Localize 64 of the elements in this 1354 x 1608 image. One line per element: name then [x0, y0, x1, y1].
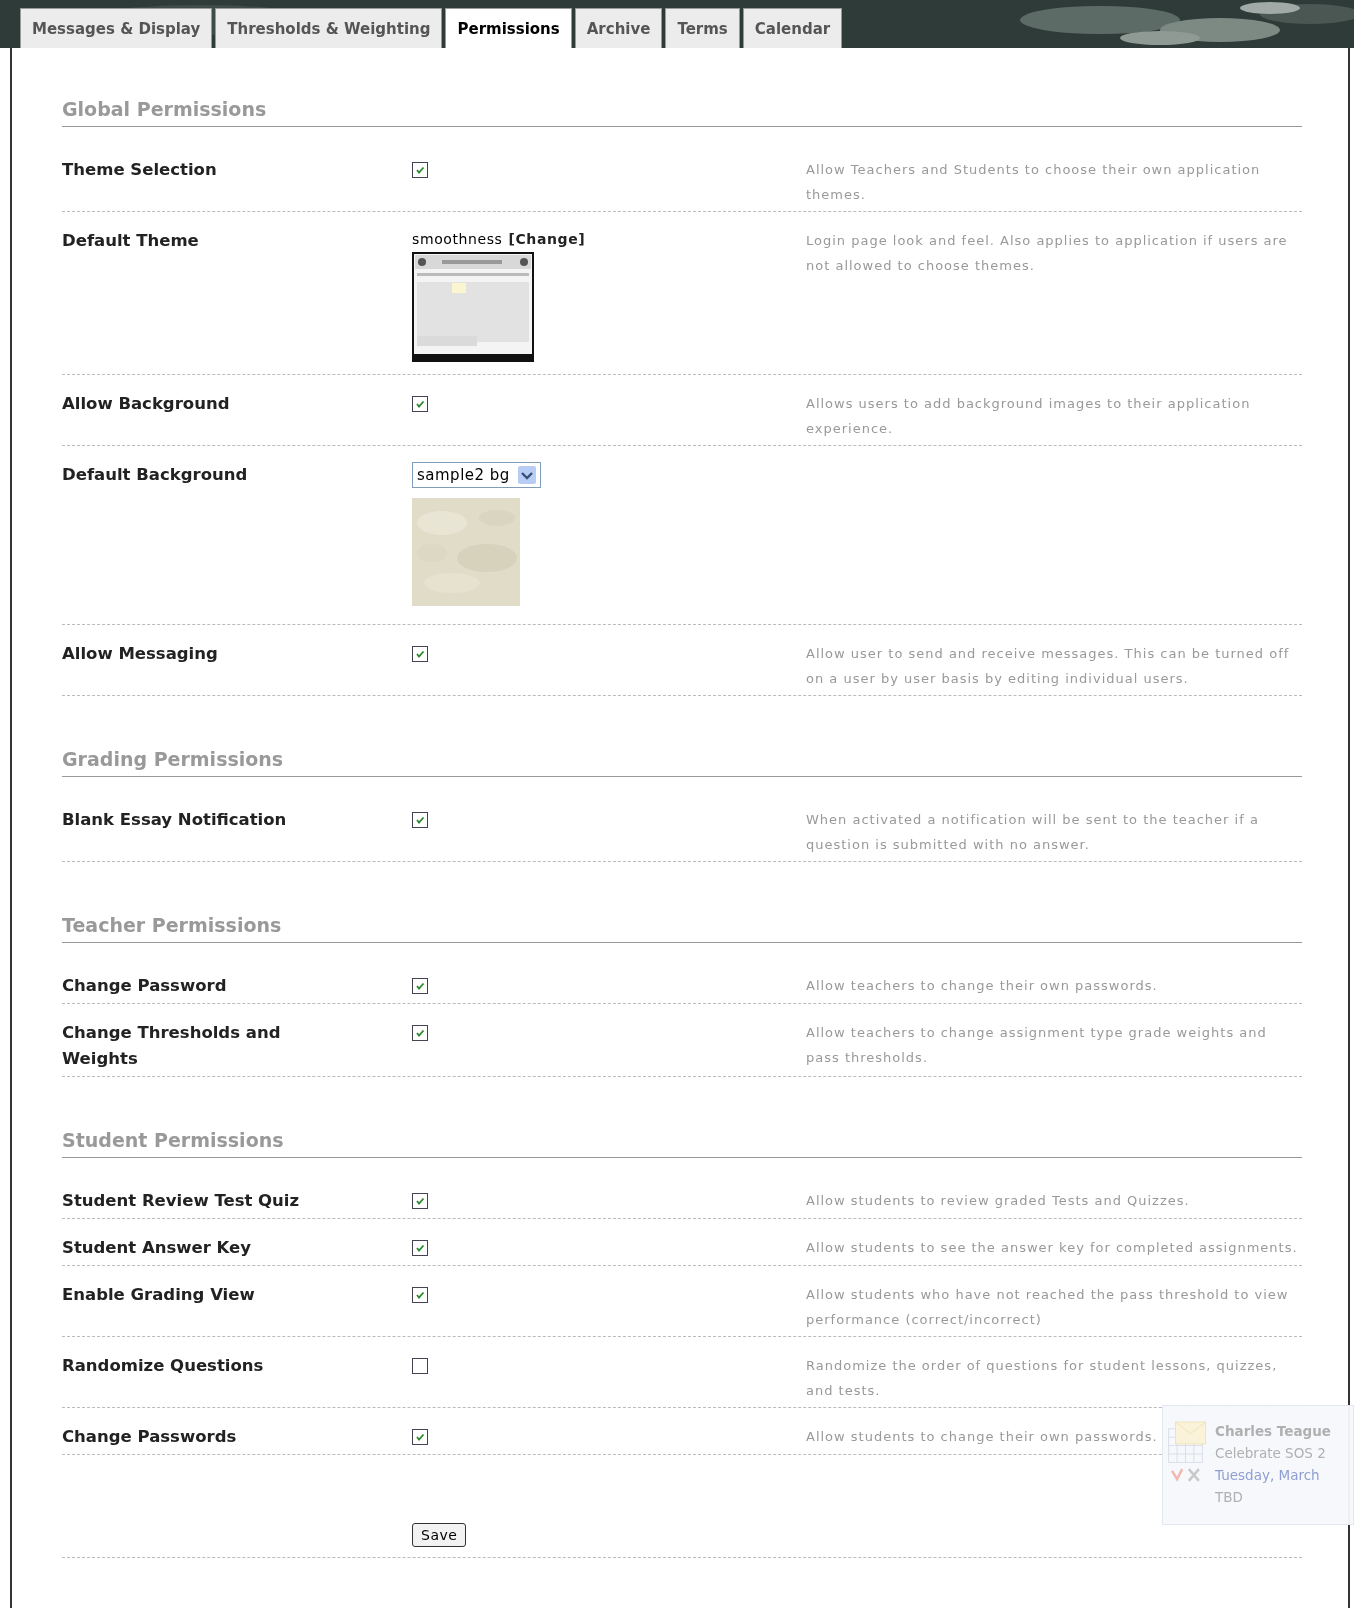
checkbox[interactable]: [412, 396, 428, 412]
checkbox[interactable]: [412, 1025, 428, 1041]
checkmark-icon: [415, 1290, 425, 1300]
save-button[interactable]: Save: [412, 1523, 467, 1547]
setting-description: Allow teachers to change assignment type grade weights and pass thresholds.: [806, 1025, 1267, 1065]
setting-label: Theme Selection: [62, 159, 218, 181]
section-heading: Grading Permissions: [62, 748, 1302, 777]
setting-description: Randomize the order of questions for student lessons, quizzes, and tests.: [806, 1358, 1278, 1398]
checkmark-icon: [415, 981, 425, 991]
setting-label: Default Background: [62, 464, 249, 486]
checkbox[interactable]: [412, 646, 428, 662]
setting-description: Allow Teachers and Students to choose their own application themes.: [806, 162, 1261, 202]
setting-description: Allow user to send and receive messages. This can be turned off on a user by user basis by editing individual users.: [806, 646, 1290, 686]
checkmark-icon: [415, 1028, 425, 1038]
checkbox[interactable]: [412, 1193, 428, 1209]
setting-description: Allows users to add background images to their application experience.: [806, 396, 1251, 436]
setting-description: Allow students to see the answer key for completed assignments.: [806, 1240, 1298, 1255]
setting-description: When activated a notification will be sent to the teacher if a question is submitted with no answer.: [806, 812, 1259, 852]
tab[interactable]: Terms: [665, 8, 740, 48]
checkbox[interactable]: [412, 1358, 428, 1374]
checkbox[interactable]: [412, 812, 428, 828]
setting-label: Default Theme: [62, 230, 200, 252]
tab[interactable]: Calendar: [742, 8, 843, 48]
setting-label: Allow Background: [62, 393, 231, 415]
setting-label: Blank Essay Notification: [62, 809, 288, 831]
setting-label: Randomize Questions: [62, 1355, 265, 1377]
checkmark-icon: [415, 815, 425, 825]
setting-label: Enable Grading View: [62, 1284, 256, 1306]
background-dropdown[interactable]: sample2 bg: [412, 462, 541, 488]
theme-name: smoothness: [412, 230, 503, 249]
reminder-subject: Celebrate SOS 2: [1215, 1444, 1327, 1463]
setting-description: Login page look and feel. Also applies to application if users are not allowed to choose themes.: [806, 233, 1288, 273]
checkbox[interactable]: [412, 978, 428, 994]
tab[interactable]: Messages & Display: [20, 8, 213, 48]
checkmark-icon: [415, 1243, 425, 1253]
section-heading: Student Permissions: [62, 1129, 1302, 1158]
tab[interactable]: Thresholds & Weighting: [215, 8, 443, 48]
reminder-location: TBD: [1215, 1488, 1244, 1507]
setting-label: Student Answer Key: [62, 1237, 252, 1259]
checkmark-icon: [415, 1432, 425, 1442]
setting-label: Change Thresholds and Weights: [62, 1022, 282, 1070]
setting-label: Change Passwords: [62, 1426, 238, 1448]
setting-description: Allow students to change their own passwords.: [806, 1429, 1158, 1444]
checkbox[interactable]: [412, 1429, 428, 1445]
setting-description: Allow students who have not reached the pass threshold to view performance (correct/incorrect): [806, 1287, 1289, 1327]
section-heading: Global Permissions: [62, 98, 1302, 127]
reminder-sender: Charles Teague: [1215, 1422, 1331, 1441]
setting-description: Allow teachers to change their own passwords.: [806, 978, 1158, 993]
setting-label: Allow Messaging: [62, 643, 219, 665]
reminder-date: Tuesday, March: [1215, 1466, 1321, 1485]
checkmark-icon: [415, 649, 425, 659]
setting-label: Change Password: [62, 975, 228, 997]
checkbox[interactable]: [412, 1240, 428, 1256]
checkbox[interactable]: [412, 1287, 428, 1303]
checkmark-icon: [415, 165, 425, 175]
section-heading: Teacher Permissions: [62, 914, 1302, 943]
setting-label: Student Review Test Quiz: [62, 1190, 301, 1212]
setting-description: Allow students to review graded Tests and Quizzes.: [806, 1193, 1190, 1208]
tab[interactable]: Archive: [574, 8, 663, 48]
checkmark-icon: [415, 1196, 425, 1206]
checkbox[interactable]: [412, 162, 428, 178]
tab[interactable]: Permissions: [445, 8, 572, 48]
checkmark-icon: [415, 399, 425, 409]
change-link[interactable]: [Change]: [508, 228, 586, 250]
